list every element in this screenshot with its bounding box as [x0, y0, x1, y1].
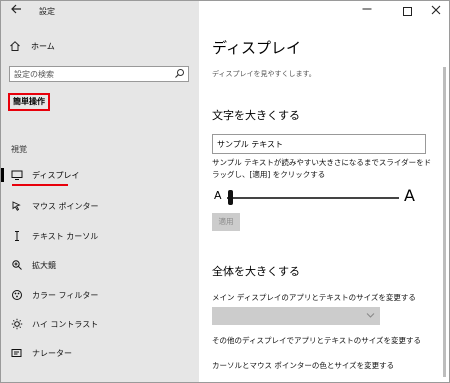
sidebar-item-label: マウス ポインター — [32, 201, 99, 211]
slider-instruction: サンプル テキストが読みやすい大きさになるまでスライダーをドラッグし、[適用] … — [212, 158, 432, 179]
scale-dropdown-label: メイン ディスプレイのアプリとテキストのサイズを変更する — [212, 293, 416, 302]
sidebar-item-label: カラー フィルター — [32, 290, 99, 300]
link-other-displays[interactable]: その他のディスプレイでアプリとテキストのサイズを変更する — [212, 335, 421, 346]
section-title-text-size: 文字を大きくする — [212, 109, 300, 122]
page-title: ディスプレイ — [212, 39, 301, 57]
narrator-icon — [11, 347, 23, 359]
sidebar-item-home[interactable]: ホーム — [9, 39, 55, 53]
scrollbar[interactable] — [443, 67, 446, 377]
home-icon — [10, 41, 20, 51]
sidebar-item-narrator[interactable]: ナレーター — [11, 346, 191, 360]
close-button[interactable] — [421, 1, 449, 21]
color-filter-icon — [11, 289, 23, 301]
settings-window: 設定 ホーム 設定の検索 簡単操作 視覚 ディスプレイ マウス ポインター テキ… — [0, 0, 450, 383]
close-icon — [431, 5, 441, 15]
sidebar-item-magnifier[interactable]: 拡大鏡 — [11, 258, 191, 272]
active-indicator — [1, 168, 4, 182]
sidebar-item-display[interactable]: ディスプレイ — [11, 168, 191, 182]
sidebar-item-label: 拡大鏡 — [32, 260, 56, 270]
sidebar-item-mouse-pointer[interactable]: マウス ポインター — [11, 199, 191, 213]
sidebar-item-high-contrast[interactable]: ハイ コントラスト — [11, 317, 191, 331]
high-contrast-icon — [11, 318, 23, 330]
apply-button[interactable]: 適用 — [212, 213, 240, 231]
minimize-button[interactable] — [352, 1, 382, 21]
search-placeholder: 設定の検索 — [14, 70, 54, 79]
slider-min-label: A — [214, 189, 222, 202]
sidebar-item-label: ナレーター — [32, 348, 72, 358]
sidebar-item-text-cursor[interactable]: テキスト カーソル — [11, 229, 191, 243]
sidebar-item-label: ディスプレイ — [32, 170, 80, 180]
chevron-down-icon — [366, 313, 375, 318]
sample-text: サンプル テキスト — [217, 140, 284, 149]
magnifier-icon — [11, 259, 23, 271]
section-label: 簡単操作 — [8, 93, 50, 111]
slider-max-label: A — [404, 186, 415, 205]
app-title: 設定 — [39, 7, 55, 16]
sidebar-item-label: ハイ コントラスト — [32, 319, 99, 329]
text-size-slider[interactable] — [227, 197, 399, 199]
text-cursor-icon — [11, 230, 23, 242]
highlight-underline — [12, 184, 68, 186]
link-cursor-pointer[interactable]: カーソルとマウス ポインターの色とサイズを変更する — [212, 360, 394, 371]
arrow-left-icon — [11, 4, 21, 14]
scale-dropdown[interactable] — [212, 307, 380, 325]
group-label-vision: 視覚 — [11, 145, 27, 154]
minimize-icon — [362, 8, 372, 10]
sidebar-item-color-filter[interactable]: カラー フィルター — [11, 288, 191, 302]
sidebar-item-label: テキスト カーソル — [32, 231, 99, 241]
maximize-button[interactable] — [392, 1, 422, 21]
back-button[interactable] — [7, 3, 25, 19]
monitor-icon — [11, 169, 23, 181]
search-icon — [175, 69, 184, 78]
sidebar-item-home-label: ホーム — [31, 41, 55, 51]
section-title-make-everything-bigger: 全体を大きくする — [212, 265, 300, 278]
sidebar: 設定 ホーム 設定の検索 簡単操作 視覚 ディスプレイ マウス ポインター テキ… — [1, 1, 199, 382]
main-content: ディスプレイ ディスプレイを見やすくします。 文字を大きくする サンプル テキス… — [199, 1, 449, 382]
search-input[interactable]: 設定の検索 — [9, 66, 189, 82]
sample-text-field: サンプル テキスト — [212, 134, 426, 154]
slider-thumb[interactable] — [228, 190, 233, 205]
maximize-icon — [402, 6, 412, 16]
page-description: ディスプレイを見やすくします。 — [212, 70, 316, 78]
mouse-pointer-icon — [11, 200, 23, 212]
